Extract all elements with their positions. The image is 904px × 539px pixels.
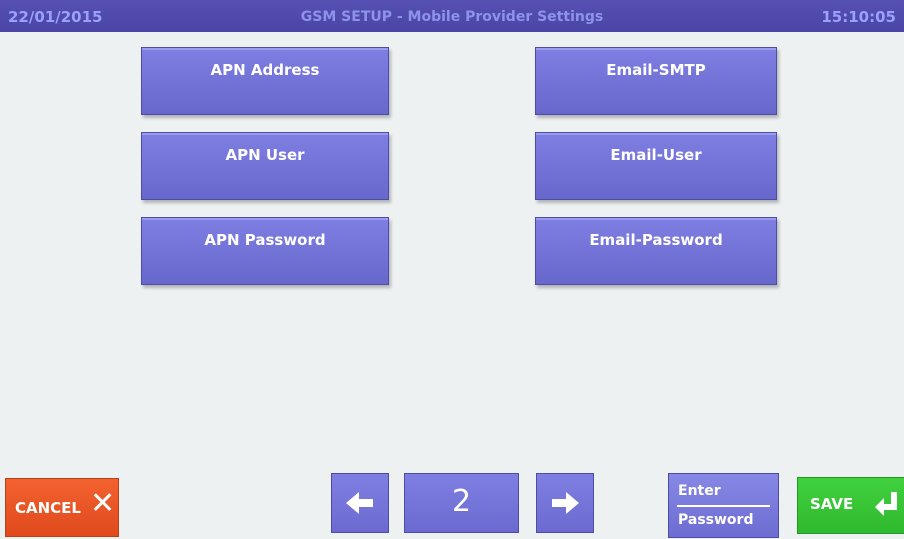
title-bar: 22/01/2015 GSM SETUP - Mobile Provider S… bbox=[0, 0, 904, 32]
email-user-button[interactable]: Email-User bbox=[535, 132, 777, 200]
enter-password-button[interactable]: Enter Password bbox=[668, 473, 779, 538]
apn-address-label: APN Address bbox=[210, 61, 320, 79]
email-smtp-label: Email-SMTP bbox=[606, 61, 706, 79]
label-divider bbox=[677, 505, 770, 507]
previous-page-button[interactable] bbox=[331, 473, 389, 533]
page-number: 2 bbox=[451, 484, 472, 519]
enter-return-icon bbox=[875, 492, 897, 516]
cancel-label: CANCEL bbox=[15, 499, 81, 517]
apn-password-label: APN Password bbox=[204, 231, 326, 249]
save-label: SAVE bbox=[810, 495, 854, 513]
email-password-button[interactable]: Email-Password bbox=[535, 217, 777, 285]
close-icon: ✕ bbox=[90, 486, 116, 521]
save-button[interactable]: SAVE bbox=[797, 477, 904, 534]
password-label: Password bbox=[678, 512, 754, 528]
enter-label: Enter bbox=[678, 483, 721, 499]
arrow-left-icon bbox=[346, 492, 373, 514]
page-title: GSM SETUP - Mobile Provider Settings bbox=[300, 9, 604, 25]
next-page-button[interactable] bbox=[536, 473, 594, 533]
page-number-display: 2 bbox=[404, 473, 519, 533]
apn-user-button[interactable]: APN User bbox=[141, 132, 389, 200]
screen: 22/01/2015 GSM SETUP - Mobile Provider S… bbox=[0, 0, 904, 539]
email-password-label: Email-Password bbox=[589, 231, 723, 249]
apn-password-button[interactable]: APN Password bbox=[141, 217, 389, 285]
apn-user-label: APN User bbox=[225, 146, 305, 164]
apn-address-button[interactable]: APN Address bbox=[141, 47, 389, 115]
email-smtp-button[interactable]: Email-SMTP bbox=[535, 47, 777, 115]
email-user-label: Email-User bbox=[610, 146, 702, 164]
arrow-right-icon bbox=[552, 492, 579, 514]
time-display: 15:10:05 bbox=[821, 8, 896, 26]
cancel-button[interactable]: CANCEL ✕ bbox=[5, 478, 119, 537]
